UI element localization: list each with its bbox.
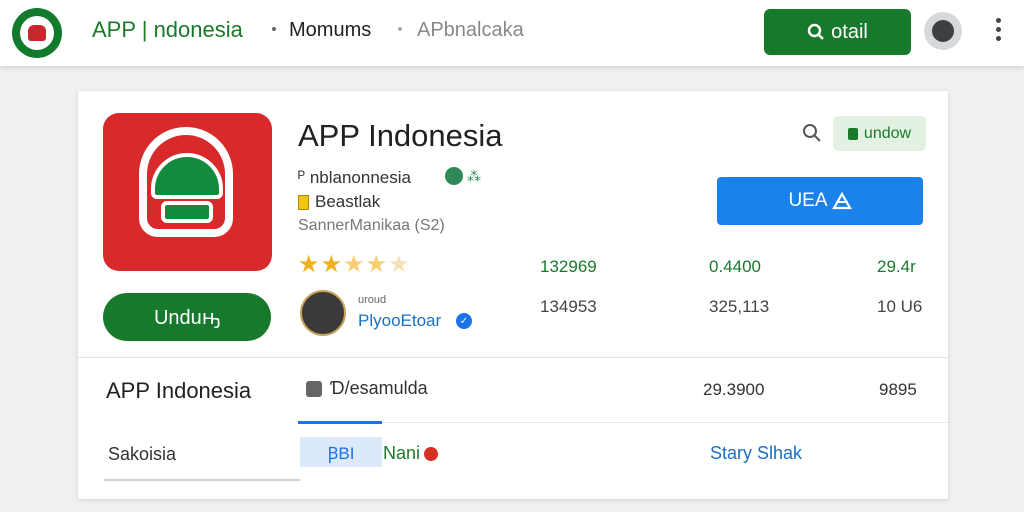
share-icon xyxy=(831,192,852,210)
reviewer-avatar[interactable] xyxy=(300,290,346,336)
brand-title[interactable]: APP | ndonesia xyxy=(92,17,243,43)
account-avatar[interactable] xyxy=(924,12,962,50)
app-icon xyxy=(103,113,272,271)
separator-dot xyxy=(272,27,276,31)
stat-value: 134953 xyxy=(540,297,597,316)
app-subline: SannerManikaa (S2) xyxy=(298,217,445,234)
tag-text: Nani xyxy=(383,443,421,463)
stat-value: 10 U6 xyxy=(877,297,923,316)
app-title: APP Indonesia xyxy=(298,118,503,153)
app-logo-icon[interactable] xyxy=(12,8,62,58)
details-title: APP Indonesia xyxy=(106,378,252,403)
detail-button[interactable]: otail xyxy=(764,9,911,55)
leaf-icon: ⁂ xyxy=(467,168,481,184)
separator-dot xyxy=(398,27,402,31)
rating-stars: ★★★★★ xyxy=(298,251,411,278)
active-tab-indicator xyxy=(298,421,382,424)
download-chip-label: undow xyxy=(863,124,912,142)
detail-button-label: otail xyxy=(831,20,868,43)
badge-icon xyxy=(298,194,309,210)
details-value: 29.3900 xyxy=(703,380,765,399)
category-text: Ɗ/esamulda xyxy=(330,378,428,398)
stat-value: 325,113 xyxy=(709,297,770,316)
search-icon[interactable] xyxy=(802,123,822,143)
account-icon xyxy=(932,20,954,42)
reviewer-small-label: uroud xyxy=(358,294,387,306)
stat-value: 29.4r xyxy=(877,257,916,276)
footer-label[interactable]: Sakoisia xyxy=(108,444,176,465)
search-icon xyxy=(807,23,825,40)
stat-value: 132969 xyxy=(540,257,597,276)
app-detail-card: Unduԣ APP Indonesia ᴾ nblanonnesia ⁂ Bea… xyxy=(78,91,948,499)
stat-value: 0.4400 xyxy=(709,257,761,276)
primary-action-button[interactable]: UEA xyxy=(717,177,923,225)
category-label[interactable]: Ɗ/esamulda xyxy=(306,378,428,399)
tab-track xyxy=(298,422,948,423)
app-badge: Beastlak xyxy=(298,192,380,212)
lock-icon xyxy=(847,127,858,140)
breadcrumb-item-2[interactable]: APbnalcaka xyxy=(417,19,524,42)
story-link[interactable]: Stary Slhak xyxy=(710,443,802,464)
badge-label: Beastlak xyxy=(315,192,381,211)
reviewer-name[interactable]: PlyooEtoar xyxy=(358,311,441,331)
details-value: 9895 xyxy=(879,380,917,399)
tab-chip[interactable]: ꞴBI xyxy=(300,437,382,467)
verified-check-icon: ✓ xyxy=(456,313,472,329)
verified-badge-icon xyxy=(445,167,463,185)
download-chip[interactable]: undow xyxy=(833,116,926,151)
install-button-label: Unduԣ xyxy=(153,306,221,329)
breadcrumb-item-1[interactable]: Momums xyxy=(289,19,371,42)
developer-name[interactable]: ᴾ nblanonnesia xyxy=(298,168,411,188)
top-app-bar: APP | ndonesia Momums APbnalcaka otail xyxy=(0,0,1024,66)
tag-label[interactable]: Nani xyxy=(383,443,439,464)
footer-label-underline xyxy=(104,479,300,481)
tab-chip-label: ꞴBI xyxy=(327,443,355,463)
more-options-icon[interactable] xyxy=(992,18,1004,46)
primary-action-label: UEA xyxy=(788,190,828,211)
install-button[interactable]: Unduԣ xyxy=(103,293,271,341)
puzzle-icon xyxy=(306,380,322,397)
section-divider xyxy=(78,357,948,358)
alert-icon xyxy=(424,446,439,461)
